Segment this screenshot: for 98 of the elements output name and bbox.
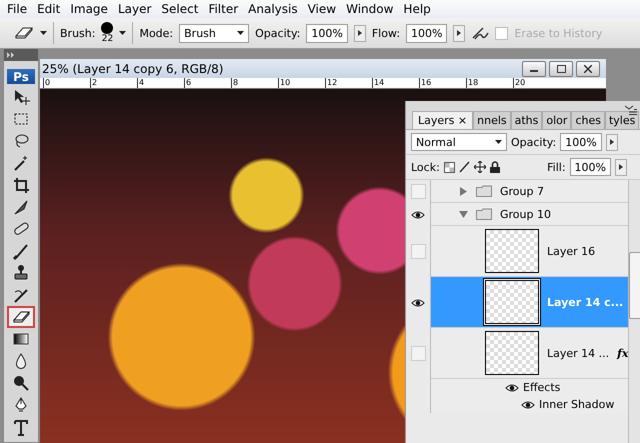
toolbox-header[interactable]	[4, 49, 38, 61]
move-arrows-icon[interactable]	[474, 161, 486, 173]
layer-thumbnail	[485, 280, 539, 324]
menu-item[interactable]: Edit	[32, 2, 66, 16]
triangle-right-icon	[610, 139, 614, 145]
menu-item[interactable]: Filter	[203, 2, 244, 16]
flow-field[interactable]: 100%	[406, 24, 448, 42]
eye-icon[interactable]	[411, 298, 425, 308]
panel-tab[interactable]: ches	[571, 111, 605, 129]
slider-arrow-button[interactable]	[606, 134, 618, 150]
flow-label: Flow:	[372, 26, 400, 40]
scrollbar[interactable]	[628, 180, 640, 443]
tool-button[interactable]	[8, 307, 34, 327]
folder-icon	[476, 185, 492, 197]
dropdown-caret-icon[interactable]	[237, 30, 244, 36]
menu-item[interactable]: Select	[156, 2, 204, 16]
opacity-field[interactable]: 100%	[306, 24, 348, 42]
triangle-down-icon[interactable]	[459, 210, 468, 218]
eraser-icon[interactable]	[14, 26, 34, 40]
visibility-toggle[interactable]	[410, 184, 426, 199]
opacity-field[interactable]: 100%	[560, 133, 602, 151]
menu-item[interactable]: Image	[65, 2, 113, 16]
maximize-icon[interactable]	[549, 60, 573, 76]
lock-icon[interactable]	[490, 161, 500, 173]
ruler-label: 20	[513, 78, 560, 88]
dropdown-caret-icon[interactable]	[495, 140, 502, 144]
checkerboard-icon[interactable]	[444, 162, 455, 172]
eye-icon[interactable]	[505, 382, 519, 392]
eye-icon[interactable]	[411, 210, 425, 220]
close-icon[interactable]	[576, 60, 600, 76]
panel-tab[interactable]: olor	[542, 111, 572, 129]
menu-item[interactable]: View	[302, 2, 342, 16]
ruler-label: 14	[372, 78, 419, 88]
caret-icon[interactable]	[119, 30, 126, 36]
ruler-label: 4	[137, 78, 184, 88]
folder-icon	[476, 208, 492, 220]
ruler-label: 18	[466, 78, 513, 88]
effects-label: Effects	[523, 381, 560, 394]
effect-name: Inner Shadow	[539, 398, 614, 411]
menu-item[interactable]: File	[2, 2, 32, 16]
fill-field[interactable]: 100%	[570, 158, 611, 176]
opacity-label: Opacity:	[255, 26, 300, 40]
ruler-label: 0	[43, 78, 90, 88]
fx-label: fx	[617, 346, 628, 360]
triangle-right-icon[interactable]	[459, 186, 468, 196]
brush-label: Brush:	[60, 26, 96, 40]
ruler-label: 2	[90, 78, 137, 88]
erase-to-history-label: Erase to History	[514, 26, 602, 40]
ruler-label: 12	[325, 78, 372, 88]
triangle-right-icon	[358, 30, 362, 36]
panel-tab[interactable]: Layers ×	[412, 111, 474, 129]
panel-tab[interactable]: tyles	[604, 111, 640, 129]
menu-item[interactable]: Layer	[112, 2, 156, 16]
visibility-toggle[interactable]	[410, 346, 426, 361]
triangle-right-icon	[619, 164, 623, 170]
brush-icon[interactable]	[458, 161, 470, 173]
caret-icon[interactable]	[40, 30, 47, 36]
dodge-tool-icon	[12, 374, 30, 392]
triangle-right-icon	[457, 30, 462, 36]
airbrush-icon[interactable]	[471, 26, 490, 40]
ruler-label: 8	[231, 78, 278, 88]
lock-label: Lock:	[411, 160, 440, 174]
ruler-label: 6	[184, 78, 231, 88]
move-tool-icon	[12, 88, 30, 106]
stamp-tool-icon	[12, 264, 30, 282]
layer-thumbnail	[485, 229, 539, 273]
fill-label: Fill:	[547, 160, 566, 174]
menu-item[interactable]: Analysis	[243, 2, 303, 16]
layer-row[interactable]: Layer 16	[431, 226, 628, 277]
mode-dropdown[interactable]: Brush	[179, 24, 250, 42]
brush-tool-icon	[12, 242, 30, 260]
panel-tab[interactable]: aths	[510, 111, 542, 129]
app-logo: Ps	[7, 69, 35, 84]
visibility-toggle[interactable]	[410, 244, 426, 259]
blend-mode-dropdown[interactable]: Normal	[411, 133, 507, 151]
eye-icon[interactable]	[521, 400, 535, 410]
menu-item[interactable]: Window	[341, 2, 398, 16]
double-arrow-icon[interactable]	[7, 52, 15, 58]
ruler-label: 10	[278, 78, 325, 88]
minimize-icon[interactable]	[522, 60, 546, 76]
layer-row[interactable]: Layer 14 ... fx	[431, 328, 628, 379]
document-title: 25% (Layer 14 copy 6, RGB/8)	[42, 62, 224, 76]
mode-label: Mode:	[139, 26, 174, 40]
slice-tool-icon	[12, 198, 30, 216]
wand-tool-icon	[12, 154, 30, 172]
panel-tab[interactable]: nnels	[473, 111, 511, 129]
ruler-label: 16	[419, 78, 466, 88]
panel-menu-icon[interactable]	[625, 104, 637, 116]
menu-item[interactable]: Help	[398, 2, 436, 16]
crop-tool-icon	[12, 176, 30, 194]
brush-picker[interactable]: 22	[101, 22, 114, 44]
layer-thumbnail	[485, 331, 539, 375]
slider-arrow-button[interactable]	[453, 24, 466, 42]
opacity-label: Opacity:	[511, 136, 556, 148]
slider-arrow-button[interactable]	[615, 158, 627, 176]
brush-tip-icon	[101, 22, 114, 34]
type-tool-icon	[12, 418, 30, 436]
slider-arrow-button[interactable]	[354, 24, 366, 42]
